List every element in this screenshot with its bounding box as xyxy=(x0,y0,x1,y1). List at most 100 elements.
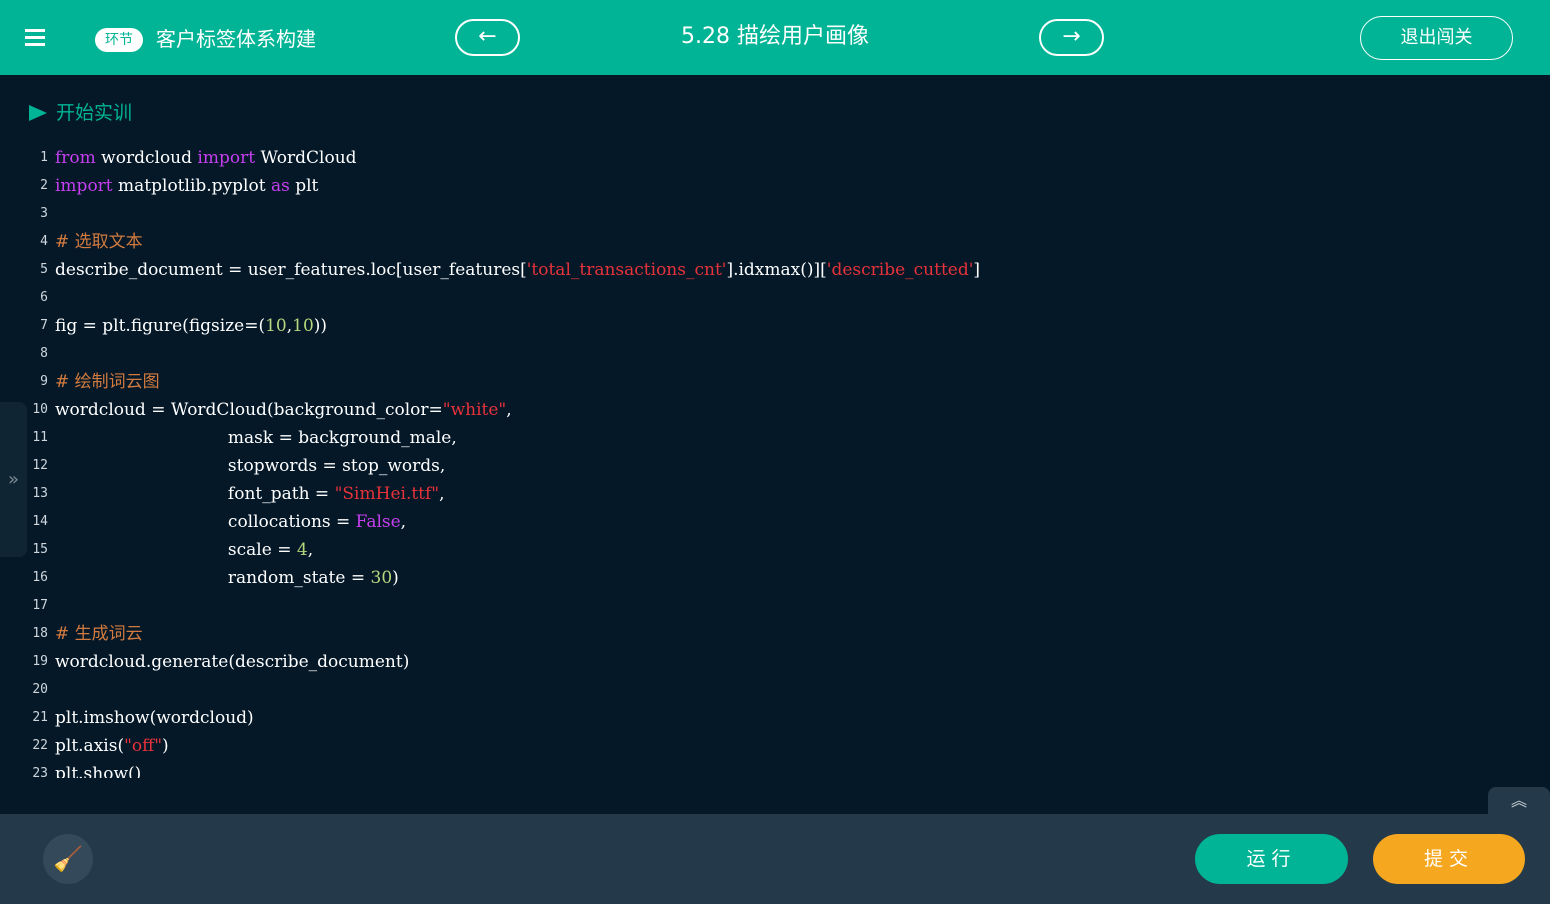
line-number: 16 xyxy=(32,570,48,585)
code-token: # 选取文本 xyxy=(55,232,143,252)
code-line: 8 xyxy=(0,340,1550,368)
code-token: WordCloud xyxy=(255,148,357,168)
code-text: plt.show() xyxy=(55,760,141,778)
double-chevron-up-icon: ︽ xyxy=(1510,791,1527,810)
code-line: 1 from wordcloud import WordCloud xyxy=(0,144,1550,172)
code-line: 10 wordcloud = WordCloud(background_color… xyxy=(0,396,1550,424)
code-line: 20 xyxy=(0,676,1550,704)
code-line: 13 font_path = "SimHei.ttf", xyxy=(0,480,1550,508)
line-number: 13 xyxy=(32,486,48,501)
code-token: , xyxy=(400,512,407,532)
code-token: 'total_transactions_cnt' xyxy=(526,260,727,280)
code-line: 9 # 绘制词云图 xyxy=(0,368,1550,396)
code-text: font_path = "SimHei.ttf", xyxy=(55,480,445,508)
code-token: 4 xyxy=(296,540,308,560)
code-token: ) xyxy=(162,736,169,756)
code-token: 30 xyxy=(370,568,393,588)
line-number: 2 xyxy=(40,178,48,193)
line-number: 20 xyxy=(32,682,48,697)
code-line: 6 xyxy=(0,284,1550,312)
code-token: scale = xyxy=(55,540,297,560)
code-text: from wordcloud import WordCloud xyxy=(55,144,357,172)
line-number: 3 xyxy=(40,206,48,221)
code-line: 21 plt.imshow(wordcloud) xyxy=(0,704,1550,732)
line-number: 7 xyxy=(40,318,48,333)
code-text: stopwords = stop_words, xyxy=(55,452,445,480)
code-token: "off" xyxy=(124,736,163,756)
code-token: fig = plt.figure(figsize=( xyxy=(55,316,266,336)
menu-icon[interactable] xyxy=(25,29,45,47)
code-text: # 选取文本 xyxy=(55,228,143,256)
line-number: 12 xyxy=(32,458,48,473)
run-button[interactable]: 运行 xyxy=(1195,834,1348,884)
code-token: 'describe_cutted' xyxy=(826,260,974,280)
code-token: as xyxy=(270,176,290,196)
code-token: "SimHei.ttf" xyxy=(334,484,440,504)
code-line: 7 fig = plt.figure(figsize=(10,10)) xyxy=(0,312,1550,340)
code-token: from xyxy=(55,148,96,168)
code-text: collocations = False, xyxy=(55,508,406,536)
arrow-left-icon: ← xyxy=(478,24,497,49)
code-editor[interactable]: 1 from wordcloud import WordCloud 2 import … xyxy=(0,144,1550,778)
clear-button[interactable]: 🧹 xyxy=(43,834,93,884)
code-text: mask = background_male, xyxy=(55,424,457,452)
code-line: 15 scale = 4, xyxy=(0,536,1550,564)
code-text: describe_document = user_features.loc[us… xyxy=(55,256,980,284)
prev-lesson-button[interactable]: ← xyxy=(455,19,520,56)
code-token: , xyxy=(506,400,512,420)
code-line: 18 # 生成词云 xyxy=(0,620,1550,648)
code-token: wordcloud = WordCloud(background_color= xyxy=(55,400,443,420)
code-line: 2 import matplotlib.pyplot as plt xyxy=(0,172,1550,200)
top-header: 环节 客户标签体系构建 ← 5.28 描绘用户画像 → 退出闯关 xyxy=(0,0,1550,75)
arrow-right-icon: → xyxy=(1062,24,1081,49)
code-token: plt.imshow(wordcloud) xyxy=(55,708,254,728)
code-token: describe_document = user_features.loc[us… xyxy=(55,260,527,280)
line-number: 23 xyxy=(32,766,48,778)
code-token: )) xyxy=(313,316,328,336)
line-number: 8 xyxy=(40,346,48,361)
code-line: 16 random_state = 30) xyxy=(0,564,1550,592)
line-number: 10 xyxy=(32,402,48,417)
play-arrow-icon xyxy=(29,105,47,121)
code-token: random_state = xyxy=(55,568,371,588)
code-token: import xyxy=(55,176,113,196)
code-text: plt.axis("off") xyxy=(55,732,169,760)
line-number: 14 xyxy=(32,514,48,529)
code-line: 19 wordcloud.generate(describe_document) xyxy=(0,648,1550,676)
lesson-title: 5.28 描绘用户画像 xyxy=(681,24,869,49)
code-token: stopwords = stop_words, xyxy=(55,456,446,476)
code-token: ].idxmax()][ xyxy=(726,260,827,280)
code-line: 3 xyxy=(0,200,1550,228)
code-token: 10 xyxy=(265,316,287,336)
next-lesson-button[interactable]: → xyxy=(1039,19,1104,56)
code-line: 14 collocations = False, xyxy=(0,508,1550,536)
code-text: # 绘制词云图 xyxy=(55,368,160,396)
code-text: wordcloud.generate(describe_document) xyxy=(55,648,409,676)
line-number: 11 xyxy=(32,430,48,445)
code-line: 22 plt.axis("off") xyxy=(0,732,1550,760)
line-number: 18 xyxy=(32,626,48,641)
collapse-console-tab[interactable]: ︽ xyxy=(1488,787,1550,814)
line-number: 9 xyxy=(40,374,48,389)
section-heading: 开始实训 xyxy=(29,100,132,126)
code-token: font_path = xyxy=(55,484,335,504)
line-number: 19 xyxy=(32,654,48,669)
line-number: 21 xyxy=(32,710,48,725)
code-token: plt.axis( xyxy=(55,736,125,756)
code-line: 12 stopwords = stop_words, xyxy=(0,452,1550,480)
code-text: scale = 4, xyxy=(55,536,313,564)
code-token: 10 xyxy=(292,316,314,336)
broom-icon: 🧹 xyxy=(53,845,83,873)
submit-button[interactable]: 提交 xyxy=(1373,834,1525,884)
exit-button[interactable]: 退出闯关 xyxy=(1360,16,1513,60)
code-token: wordcloud xyxy=(95,148,198,168)
code-token: mask = background_male, xyxy=(55,428,457,448)
code-text: fig = plt.figure(figsize=(10,10)) xyxy=(55,312,327,340)
line-number: 15 xyxy=(32,542,48,557)
code-token: , xyxy=(307,540,314,560)
code-line: 23 plt.show() xyxy=(0,760,1550,778)
code-token: wordcloud.generate(describe_document) xyxy=(55,652,410,672)
code-text: import matplotlib.pyplot as plt xyxy=(55,172,318,200)
line-number: 4 xyxy=(40,234,48,249)
code-line: 11 mask = background_male, xyxy=(0,424,1550,452)
